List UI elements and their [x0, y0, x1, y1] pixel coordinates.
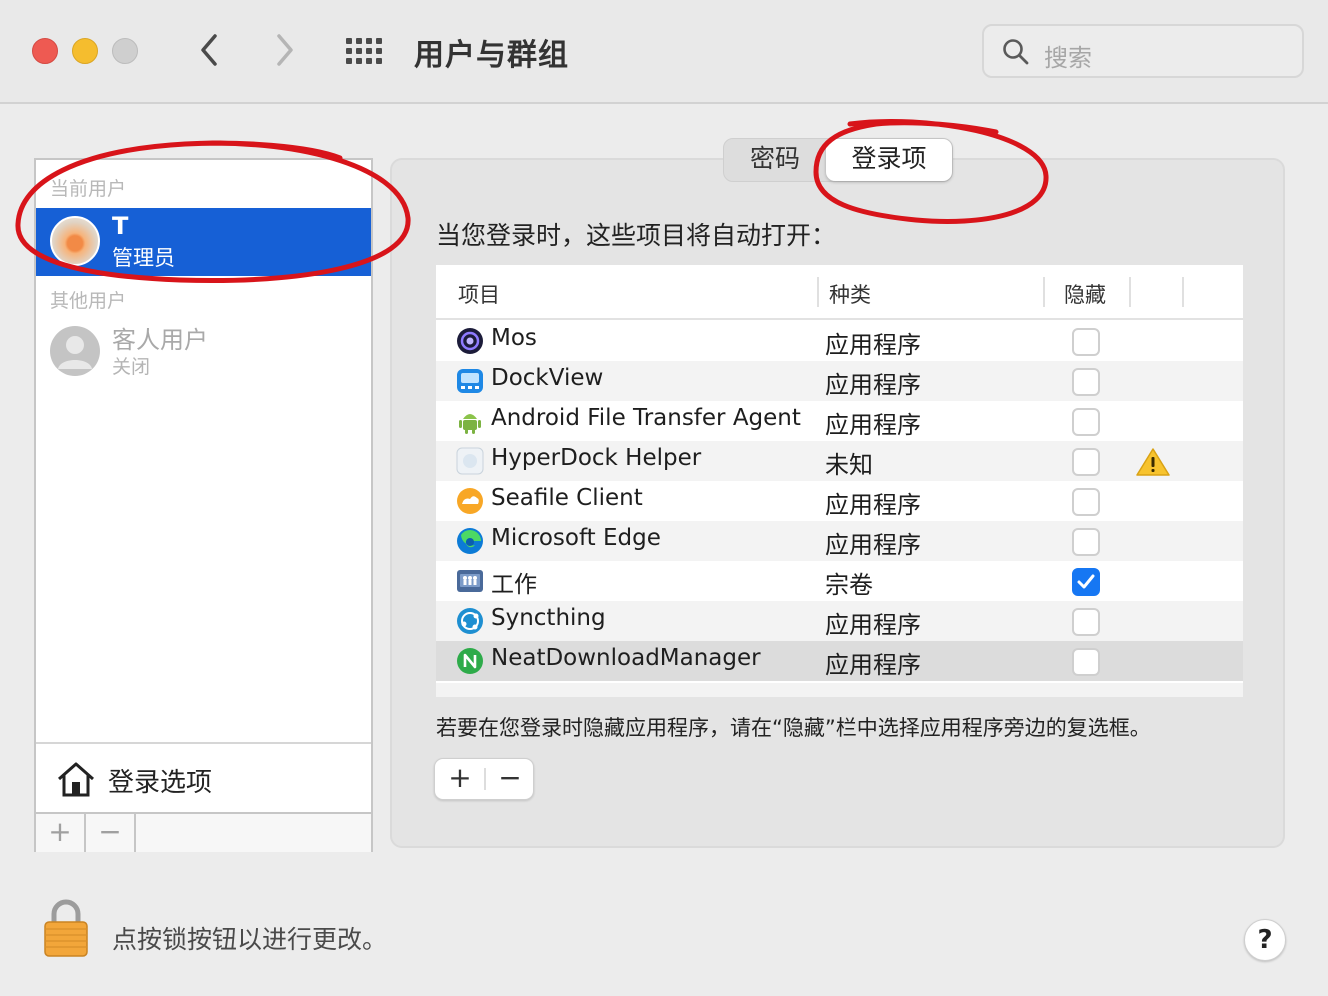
- syncthing-icon: [457, 608, 483, 634]
- user-role: 管理员: [112, 246, 175, 270]
- table-row[interactable]: Android File Transfer Agent 应用程序: [436, 401, 1243, 441]
- table-row[interactable]: DockView 应用程序: [436, 361, 1243, 401]
- tab-login-items[interactable]: 登录项: [826, 139, 952, 181]
- tab-bar: 密码 登录项: [723, 138, 953, 182]
- users-sidebar: 当前用户 T 管理员 其他用户 客人用户 关闭 登录选项 + −: [34, 158, 373, 852]
- dockview-icon: [457, 369, 483, 393]
- remove-login-item-button[interactable]: −: [485, 759, 535, 799]
- chevron-right-icon: [277, 34, 293, 66]
- table-row[interactable]: Seafile Client 应用程序: [436, 481, 1243, 521]
- item-name: 工作: [491, 572, 537, 598]
- sidebar-add-remove-bar: + −: [36, 812, 371, 852]
- table-footer: [436, 683, 1243, 697]
- login-options-label: 登录选项: [108, 768, 213, 798]
- hide-checkbox[interactable]: [1072, 328, 1100, 356]
- guest-status: 关闭: [112, 356, 151, 378]
- lock-hint-text: 点按锁按钮以进行更改。: [112, 925, 388, 954]
- item-kind: 应用程序: [825, 611, 921, 639]
- user-row-admin[interactable]: T 管理员: [36, 208, 371, 276]
- column-header-hide[interactable]: 隐藏: [1064, 279, 1106, 309]
- hide-checkbox[interactable]: [1072, 528, 1100, 556]
- item-kind: 应用程序: [825, 411, 921, 439]
- window-toolbar: 用户与群组 搜索: [0, 0, 1328, 104]
- item-name: Microsoft Edge: [491, 525, 661, 551]
- hide-checkbox[interactable]: [1072, 368, 1100, 396]
- table-row-selected[interactable]: NeatDownloadManager 应用程序: [436, 641, 1243, 681]
- item-name: Mos: [491, 325, 537, 351]
- hide-checkbox[interactable]: [1072, 488, 1100, 516]
- login-items-add-remove: + −: [434, 758, 534, 800]
- item-kind: 应用程序: [825, 371, 921, 399]
- minimize-window-button[interactable]: [72, 38, 98, 64]
- add-user-button[interactable]: +: [36, 814, 86, 852]
- seafile-icon: [457, 488, 483, 514]
- item-kind: 应用程序: [825, 491, 921, 519]
- column-header-item[interactable]: 项目: [458, 279, 500, 309]
- avatar: [50, 216, 100, 266]
- table-rows: Mos 应用程序 DockView 应用程序 Android File Tran…: [436, 321, 1243, 681]
- help-button[interactable]: ?: [1244, 919, 1286, 961]
- item-name: Seafile Client: [491, 485, 643, 511]
- item-kind: 应用程序: [825, 331, 921, 359]
- checkmark-icon: [1077, 574, 1095, 589]
- android-icon: [459, 414, 481, 434]
- table-row[interactable]: Mos 应用程序: [436, 321, 1243, 361]
- back-button[interactable]: [190, 30, 230, 70]
- other-users-header: 其他用户: [50, 290, 127, 312]
- item-name: HyperDock Helper: [491, 445, 702, 471]
- item-kind: 宗卷: [825, 571, 873, 599]
- item-name: Android File Transfer Agent: [491, 405, 801, 431]
- lock-icon[interactable]: [42, 898, 90, 958]
- user-row-guest[interactable]: 客人用户 关闭: [36, 318, 371, 386]
- current-users-header: 当前用户: [50, 178, 127, 200]
- house-icon: [58, 762, 94, 797]
- login-items-table: 项目 种类 隐藏 Mos 应用程序 DockView 应用程序 Android …: [436, 265, 1243, 697]
- search-field[interactable]: 搜索: [982, 24, 1304, 78]
- hide-checkbox[interactable]: [1072, 648, 1100, 676]
- window-title: 用户与群组: [414, 38, 569, 73]
- table-row[interactable]: Microsoft Edge 应用程序: [436, 521, 1243, 561]
- warning-icon: [1136, 448, 1170, 476]
- ndm-icon: [457, 648, 483, 674]
- hyperdock-icon: [456, 447, 484, 475]
- item-name: NeatDownloadManager: [491, 645, 761, 671]
- hide-checkbox[interactable]: [1072, 448, 1100, 476]
- chevron-left-icon: [201, 34, 217, 66]
- item-kind: 应用程序: [825, 651, 921, 679]
- user-name: T: [112, 212, 129, 240]
- hide-checkbox[interactable]: [1072, 408, 1100, 436]
- table-row[interactable]: Syncthing 应用程序: [436, 601, 1243, 641]
- hide-hint-text: 若要在您登录时隐藏应用程序，请在“隐藏”栏中选择应用程序旁边的复选框。: [436, 716, 1151, 740]
- item-kind: 未知: [825, 451, 873, 479]
- remove-user-button[interactable]: −: [86, 814, 136, 852]
- guest-avatar-icon: [50, 326, 100, 376]
- guest-name: 客人用户: [112, 326, 208, 354]
- tab-password[interactable]: 密码: [724, 139, 826, 181]
- table-row[interactable]: 工作 宗卷: [436, 561, 1243, 601]
- login-options-item[interactable]: 登录选项: [36, 742, 371, 812]
- table-row[interactable]: HyperDock Helper 未知: [436, 441, 1243, 481]
- close-window-button[interactable]: [32, 38, 58, 64]
- column-header-kind[interactable]: 种类: [829, 279, 871, 309]
- search-placeholder: 搜索: [1044, 44, 1092, 72]
- zoom-window-button[interactable]: [112, 38, 138, 64]
- volume-icon: [457, 570, 483, 592]
- hide-checkbox[interactable]: [1072, 608, 1100, 636]
- table-header: 项目 种类 隐藏: [436, 265, 1243, 320]
- show-all-grid-button[interactable]: [344, 36, 384, 66]
- hide-checkbox-checked[interactable]: [1072, 568, 1100, 596]
- item-kind: 应用程序: [825, 531, 921, 559]
- add-login-item-button[interactable]: +: [435, 759, 485, 799]
- item-name: Syncthing: [491, 605, 606, 631]
- forward-button[interactable]: [264, 30, 304, 70]
- edge-icon: [457, 528, 483, 554]
- search-icon: [1003, 39, 1029, 65]
- item-name: DockView: [491, 365, 604, 391]
- mos-icon: [457, 328, 483, 354]
- login-items-description: 当您登录时，这些项目将自动打开：: [436, 221, 837, 250]
